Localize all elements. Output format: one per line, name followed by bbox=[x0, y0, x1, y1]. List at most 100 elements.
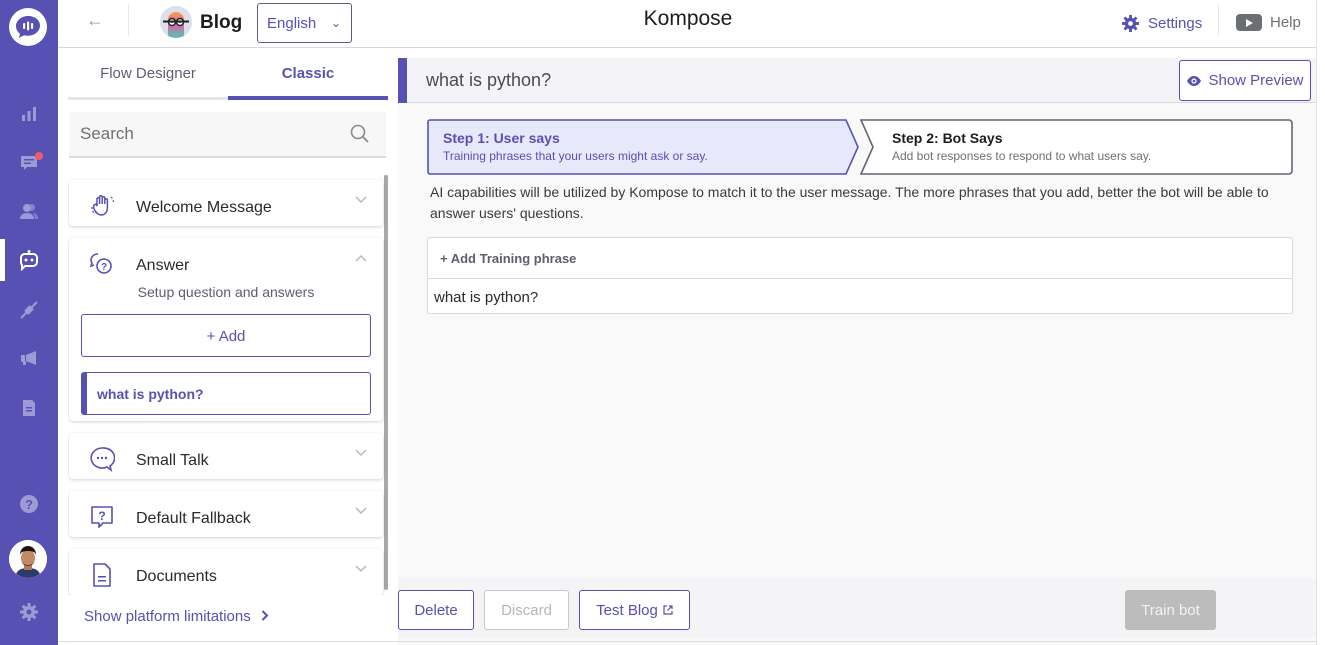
discard-button[interactable]: Discard bbox=[484, 590, 569, 630]
answer-item[interactable]: what is python? bbox=[81, 372, 371, 415]
footer-actions: Delete Discard Test Blog Train bot bbox=[398, 578, 1316, 638]
settings-button[interactable]: Settings bbox=[1121, 14, 1202, 33]
delete-button[interactable]: Delete bbox=[398, 590, 474, 630]
back-button[interactable]: ← bbox=[86, 10, 104, 31]
nav-rail: ? bbox=[0, 0, 58, 645]
svg-text:?: ? bbox=[25, 497, 33, 512]
svg-text:?: ? bbox=[98, 509, 105, 523]
section-welcome-message[interactable]: Welcome Message bbox=[69, 180, 383, 226]
robot-icon bbox=[19, 250, 38, 271]
question-title: what is python? bbox=[426, 70, 552, 90]
help-button[interactable]: Help bbox=[1236, 14, 1301, 31]
step-description: Training phrases that your users might a… bbox=[443, 149, 708, 163]
search-icon[interactable] bbox=[350, 124, 370, 144]
section-subtitle: Setup question and answers bbox=[137, 284, 315, 300]
section-title: Answer bbox=[136, 257, 190, 274]
kompose-logo[interactable] bbox=[9, 8, 47, 46]
search-input[interactable] bbox=[69, 112, 329, 156]
test-bot-label: Test Blog bbox=[596, 601, 658, 619]
limits-label: Show platform limitations bbox=[84, 608, 251, 625]
chevron-down-icon: ⌄ bbox=[330, 16, 341, 30]
info-text: AI capabilities will be utilized by Komp… bbox=[430, 184, 1269, 221]
rail-bot-builder[interactable] bbox=[0, 242, 58, 278]
header-divider bbox=[1218, 4, 1219, 36]
chevron-right-icon bbox=[261, 610, 269, 621]
section-small-talk[interactable]: Small Talk bbox=[69, 433, 383, 479]
bottom-border bbox=[58, 641, 1316, 642]
training-phrase[interactable]: what is python? bbox=[428, 279, 1292, 306]
chevron-down-icon[interactable] bbox=[355, 449, 367, 457]
user-photo-icon bbox=[9, 540, 47, 578]
section-default-fallback[interactable]: ? Default Fallback bbox=[69, 491, 383, 537]
rail-broadcast[interactable] bbox=[0, 340, 58, 376]
chat-dots-icon bbox=[90, 447, 115, 472]
test-bot-button[interactable]: Test Blog bbox=[579, 590, 690, 630]
top-header: ← Blog English ⌄ Kompose Settings Help bbox=[58, 0, 1316, 48]
gear-icon bbox=[20, 603, 38, 621]
document-icon bbox=[23, 400, 35, 416]
header-divider bbox=[128, 4, 129, 36]
show-preview-button[interactable]: Show Preview bbox=[1179, 60, 1311, 101]
main-panel: what is python? Show Preview Step 1: Use… bbox=[398, 58, 1316, 645]
steps-bar: Step 1: User says Training phrases that … bbox=[427, 119, 1293, 176]
question-titlebar: what is python? Show Preview bbox=[398, 58, 1316, 103]
platform-limitations-link[interactable]: Show platform limitations bbox=[84, 608, 269, 625]
document-icon bbox=[93, 563, 111, 587]
app-root: ? ← Blog English ⌄ Kompose Settings Help… bbox=[0, 0, 1325, 645]
step-description: Add bot responses to respond to what use… bbox=[892, 149, 1152, 163]
question-icon: ? bbox=[20, 495, 38, 513]
megaphone-icon bbox=[21, 351, 36, 365]
tab-flow-designer[interactable]: Flow Designer bbox=[68, 52, 228, 100]
training-phrases-box: + Add Training phrase what is python? bbox=[427, 237, 1293, 314]
chevron-up-icon[interactable] bbox=[355, 254, 367, 262]
rail-documents[interactable] bbox=[0, 390, 58, 426]
gear-icon bbox=[1121, 14, 1140, 33]
tab-classic[interactable]: Classic bbox=[228, 52, 388, 100]
search-box bbox=[69, 112, 386, 158]
users-icon bbox=[20, 204, 38, 219]
section-title: Welcome Message bbox=[136, 199, 272, 216]
chevron-down-icon[interactable] bbox=[355, 565, 367, 573]
add-training-phrase-button[interactable]: + Add Training phrase bbox=[428, 238, 1292, 279]
section-title: Default Fallback bbox=[136, 510, 251, 527]
eye-icon bbox=[1187, 75, 1202, 86]
rail-users[interactable] bbox=[0, 193, 58, 229]
step-2-bot-says[interactable]: Step 2: Bot Says Add bot responses to re… bbox=[892, 130, 1151, 163]
video-play-icon bbox=[1236, 14, 1262, 31]
step-heading: Step 2: Bot Says bbox=[892, 130, 1003, 146]
step-1-user-says[interactable]: Step 1: User says Training phrases that … bbox=[443, 130, 708, 163]
rail-conversations[interactable] bbox=[0, 145, 58, 181]
chevron-down-icon[interactable] bbox=[355, 196, 367, 204]
add-answer-button[interactable]: + Add bbox=[81, 314, 371, 357]
rail-integrations[interactable] bbox=[0, 292, 58, 328]
train-bot-button[interactable]: Train bot bbox=[1125, 590, 1216, 630]
user-avatar[interactable] bbox=[9, 540, 47, 578]
bot-name: Blog bbox=[200, 12, 243, 33]
language-value: English bbox=[267, 15, 317, 32]
bot-avatar bbox=[160, 6, 192, 38]
chevron-down-icon[interactable] bbox=[355, 507, 367, 515]
section-list: Welcome Message ? Answer Setup question … bbox=[68, 175, 390, 595]
chat-logo-icon bbox=[16, 16, 40, 38]
page-scrollbar[interactable] bbox=[1316, 0, 1325, 645]
section-answer: ? Answer Setup question and answers + Ad… bbox=[69, 238, 383, 421]
arrow-left-icon: ← bbox=[86, 10, 104, 30]
section-documents[interactable]: Documents bbox=[69, 549, 383, 595]
plug-icon bbox=[20, 301, 38, 319]
show-preview-label: Show Preview bbox=[1208, 72, 1304, 89]
section-title: Small Talk bbox=[136, 452, 209, 469]
settings-label: Settings bbox=[1148, 15, 1203, 32]
svg-text:?: ? bbox=[101, 262, 107, 273]
title-accent bbox=[398, 58, 407, 103]
rail-help[interactable]: ? bbox=[0, 486, 58, 522]
notification-badge bbox=[35, 152, 43, 160]
app-title: Kompose bbox=[643, 7, 733, 30]
external-link-icon bbox=[663, 605, 673, 615]
designer-tabs: Flow Designer Classic bbox=[68, 52, 388, 100]
rail-analytics[interactable] bbox=[0, 96, 58, 132]
language-select[interactable]: English ⌄ bbox=[257, 3, 352, 43]
wave-hand-icon bbox=[91, 195, 115, 216]
question-chat-icon: ? bbox=[89, 253, 112, 274]
rail-settings[interactable] bbox=[0, 594, 58, 630]
question-box-icon: ? bbox=[91, 506, 113, 528]
